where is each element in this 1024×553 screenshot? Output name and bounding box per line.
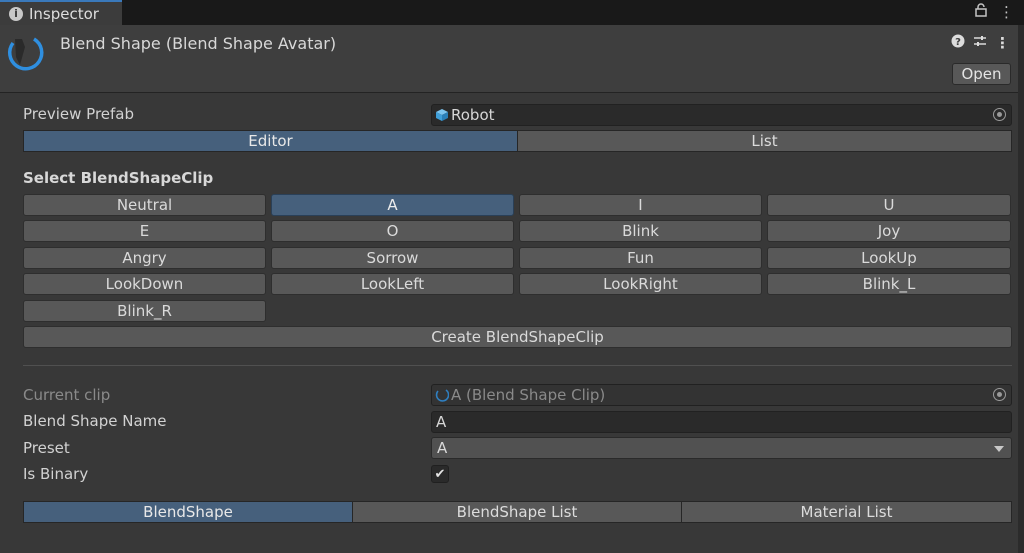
tab-blendshape-list[interactable]: BlendShape List bbox=[352, 501, 682, 523]
prefab-cube-icon bbox=[435, 108, 449, 122]
open-button[interactable]: Open bbox=[952, 63, 1011, 85]
clip-button-lookright[interactable]: LookRight bbox=[519, 273, 762, 295]
lock-icon[interactable] bbox=[975, 3, 987, 21]
preset-dropdown[interactable]: A bbox=[431, 437, 1012, 459]
clip-button-o[interactable]: O bbox=[271, 220, 514, 242]
svg-text:?: ? bbox=[955, 37, 961, 48]
presets-icon[interactable] bbox=[973, 34, 987, 52]
tab-inspector[interactable]: i Inspector bbox=[0, 0, 122, 25]
blend-shape-name-input[interactable]: A bbox=[431, 411, 1012, 433]
help-icon[interactable]: ? bbox=[951, 34, 965, 52]
clip-button-blink-r[interactable]: Blink_R bbox=[23, 300, 266, 322]
is-binary-checkbox[interactable]: ✔ bbox=[431, 465, 449, 483]
object-picker-icon bbox=[993, 388, 1006, 401]
blendshape-clip-icon bbox=[435, 388, 449, 402]
clip-button-lookup[interactable]: LookUp bbox=[767, 247, 1011, 269]
header-title: Blend Shape (Blend Shape Avatar) bbox=[60, 34, 337, 53]
clip-button-e[interactable]: E bbox=[23, 220, 266, 242]
tab-blendshape[interactable]: BlendShape bbox=[23, 501, 353, 523]
object-picker-icon[interactable] bbox=[993, 108, 1006, 121]
more-options-icon[interactable]: ⋮ bbox=[995, 34, 1010, 52]
clip-button-joy[interactable]: Joy bbox=[767, 220, 1011, 242]
scrollbar[interactable] bbox=[1018, 25, 1024, 553]
blend-shape-name-label: Blend Shape Name bbox=[23, 412, 167, 430]
clip-button-blink-l[interactable]: Blink_L bbox=[767, 273, 1011, 295]
chevron-down-icon bbox=[994, 446, 1004, 452]
tab-editor[interactable]: Editor bbox=[23, 130, 518, 152]
tab-list[interactable]: List bbox=[517, 130, 1012, 152]
window-tab-bar: i Inspector ⋮ bbox=[0, 0, 1024, 25]
checkmark-icon: ✔ bbox=[434, 466, 446, 482]
clip-button-neutral[interactable]: Neutral bbox=[23, 194, 266, 216]
clip-button-u[interactable]: U bbox=[767, 194, 1011, 216]
more-options-icon[interactable]: ⋮ bbox=[999, 3, 1014, 21]
info-icon: i bbox=[9, 6, 23, 21]
preset-label: Preset bbox=[23, 439, 70, 457]
divider bbox=[23, 365, 1012, 366]
clip-button-blink[interactable]: Blink bbox=[519, 220, 762, 242]
current-clip-field: A (Blend Shape Clip) bbox=[431, 384, 1012, 406]
clip-button-lookdown[interactable]: LookDown bbox=[23, 273, 266, 295]
clip-button-fun[interactable]: Fun bbox=[519, 247, 762, 269]
preset-value: A bbox=[437, 439, 448, 457]
is-binary-label: Is Binary bbox=[23, 465, 89, 483]
current-clip-value: A (Blend Shape Clip) bbox=[451, 386, 606, 404]
clip-button-lookleft[interactable]: LookLeft bbox=[271, 273, 514, 295]
inspector-header: Blend Shape (Blend Shape Avatar) ? ⋮ Ope… bbox=[0, 25, 1018, 93]
clip-button-i[interactable]: I bbox=[519, 194, 762, 216]
clip-button-a[interactable]: A bbox=[271, 194, 514, 216]
preview-prefab-field[interactable]: Robot bbox=[431, 104, 1012, 126]
preview-prefab-label: Preview Prefab bbox=[23, 105, 134, 123]
tab-inspector-label: Inspector bbox=[29, 4, 99, 23]
current-clip-label: Current clip bbox=[23, 386, 111, 404]
clip-button-sorrow[interactable]: Sorrow bbox=[271, 247, 514, 269]
clip-button-angry[interactable]: Angry bbox=[23, 247, 266, 269]
select-clip-title: Select BlendShapeClip bbox=[23, 169, 214, 187]
preview-prefab-value: Robot bbox=[451, 106, 495, 124]
tab-material-list[interactable]: Material List bbox=[681, 501, 1012, 523]
blendshape-avatar-icon bbox=[6, 35, 46, 75]
create-clip-button[interactable]: Create BlendShapeClip bbox=[23, 326, 1012, 348]
